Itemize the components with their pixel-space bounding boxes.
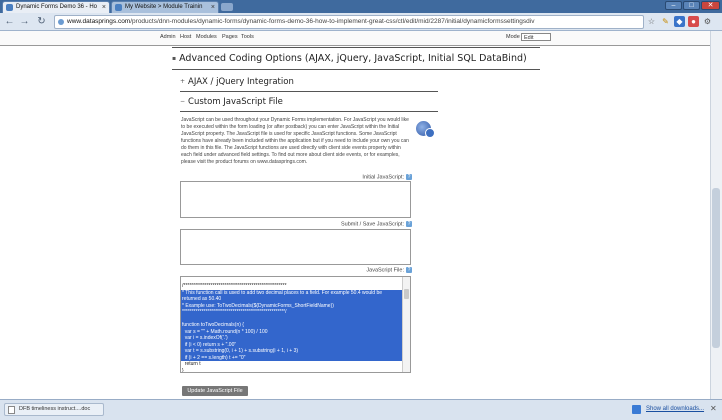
divider: [172, 47, 540, 48]
admin-link[interactable]: Admin: [160, 34, 176, 40]
custom-js-description: JavaScript can be used throughout your D…: [181, 117, 409, 165]
mode-label: Mode: [506, 34, 520, 40]
custom-js-section-header[interactable]: − Custom JavaScript File: [180, 97, 283, 107]
ajax-section-header[interactable]: + AJAX / jQuery Integration: [180, 77, 294, 87]
submit-js-label: Submit / Save JavaScript:?: [341, 221, 412, 228]
advanced-options-header[interactable]: ▪ Advanced Coding Options (AJAX, jQuery, …: [172, 53, 527, 64]
document-icon: [8, 406, 15, 414]
divider: [180, 91, 438, 92]
section-title: AJAX / jQuery Integration: [188, 77, 294, 87]
close-window-button[interactable]: ✕: [701, 1, 720, 10]
js-file-label: JavaScript File:?: [366, 267, 412, 274]
page-favicon-icon: [115, 4, 122, 11]
section-title: Custom JavaScript File: [188, 97, 283, 107]
extension-icon[interactable]: ●: [688, 16, 699, 27]
new-tab-button[interactable]: [221, 3, 233, 11]
divider: [172, 69, 540, 70]
page-favicon-icon: [6, 4, 13, 11]
collapse-icon[interactable]: −: [180, 98, 185, 105]
tab-my-website[interactable]: My Website > Module Trainin ×: [111, 1, 219, 13]
initial-js-label: Initial JavaScript:?: [362, 174, 412, 181]
code-line: }: [182, 367, 184, 373]
close-tab-icon[interactable]: ×: [102, 2, 106, 13]
host-link[interactable]: Host: [180, 34, 191, 40]
url-host: www.datasprings.com: [67, 18, 131, 25]
back-arrow-icon[interactable]: ←: [3, 15, 16, 28]
reload-icon[interactable]: ↻: [35, 15, 48, 28]
pencil-icon[interactable]: ✎: [660, 16, 671, 27]
modules-link[interactable]: Modules: [196, 34, 217, 40]
address-bar[interactable]: www.datasprings.com/products/dnn-modules…: [54, 15, 644, 29]
page-scroll-thumb[interactable]: [712, 188, 720, 348]
help-badge-icon: [425, 128, 435, 138]
show-all-downloads-link[interactable]: Show all downloads...: [646, 406, 704, 412]
pages-link[interactable]: Pages: [222, 34, 238, 40]
web-page: Admin Host Modules Pages Tools Mode Edit…: [0, 31, 710, 399]
help-icon[interactable]: ?: [406, 221, 412, 227]
js-file-editor[interactable]: /***************************************…: [180, 276, 411, 373]
browser-tab-strip: Dynamic Forms Demo 36 - Ho × My Website …: [0, 0, 722, 13]
forward-arrow-icon[interactable]: →: [18, 15, 31, 28]
minimize-button[interactable]: –: [665, 1, 682, 10]
collapse-icon[interactable]: ▪: [172, 55, 176, 62]
close-icon[interactable]: ✕: [710, 404, 717, 413]
help-icon[interactable]: ?: [406, 174, 412, 180]
code-line: ****************************************…: [182, 309, 287, 315]
section-title: Advanced Coding Options (AJAX, jQuery, J…: [179, 53, 527, 64]
maximize-button[interactable]: □: [683, 1, 700, 10]
help-icon[interactable]: ?: [406, 267, 412, 273]
expand-icon[interactable]: +: [180, 78, 185, 85]
download-shelf: DFB timeliness instruct....doc Show all …: [0, 399, 722, 420]
url-path: /products/dnn-modules/dynamic-forms/dyna…: [130, 18, 535, 25]
initial-js-textarea[interactable]: [180, 181, 411, 218]
browser-toolbar: ← → ↻ www.datasprings.com/products/dnn-m…: [0, 13, 722, 31]
close-tab-icon[interactable]: ×: [211, 2, 215, 13]
wrench-icon[interactable]: ⚙: [702, 16, 713, 27]
update-js-file-button[interactable]: Update JavaScript File: [182, 386, 248, 396]
code-line: return t: [182, 361, 201, 367]
tab-dynamic-forms-demo[interactable]: Dynamic Forms Demo 36 - Ho ×: [2, 1, 110, 13]
mode-select[interactable]: Edit: [521, 33, 551, 41]
download-item[interactable]: DFB timeliness instruct....doc: [4, 403, 104, 416]
extension-icon[interactable]: ◆: [674, 16, 685, 27]
globe-icon: [58, 19, 64, 25]
tab-title: My Website > Module Trainin: [125, 4, 203, 10]
editor-scroll-thumb[interactable]: [404, 289, 409, 299]
download-arrow-icon: [632, 405, 641, 414]
editor-scrollbar[interactable]: [402, 277, 410, 372]
tools-link[interactable]: Tools: [241, 34, 254, 40]
bookmark-star-icon[interactable]: ☆: [646, 16, 657, 27]
submit-js-textarea[interactable]: [180, 229, 411, 265]
dnn-admin-bar: Admin Host Modules Pages Tools Mode Edit: [0, 31, 710, 46]
divider: [180, 111, 438, 112]
download-filename: DFB timeliness instruct....doc: [19, 406, 91, 412]
tab-title: Dynamic Forms Demo 36 - Ho: [16, 4, 98, 10]
